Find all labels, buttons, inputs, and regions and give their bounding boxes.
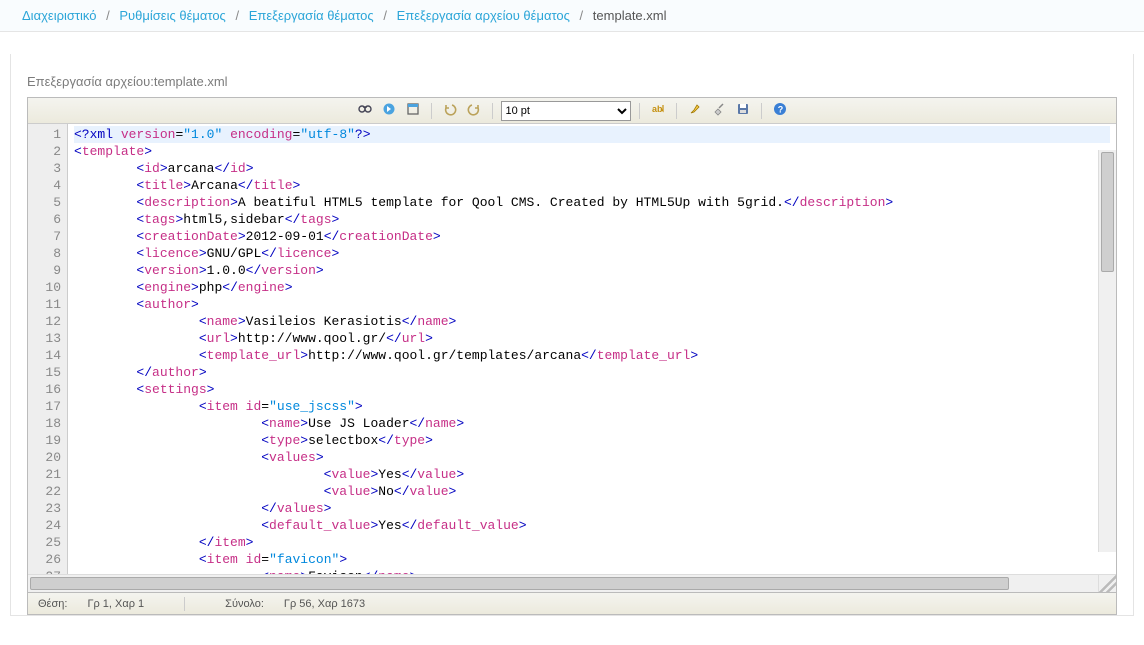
status-bar: Θέση: Γρ 1, Χαρ 1 Σύνολο: Γρ 56, Χαρ 167…	[27, 593, 1117, 615]
status-separator	[184, 597, 185, 611]
goto-arrow-icon	[382, 102, 396, 119]
breadcrumb-admin[interactable]: Διαχειριστικό	[22, 8, 97, 23]
resize-handle[interactable]	[1098, 574, 1116, 592]
code-editor: 10 pt ab ?	[27, 97, 1117, 593]
status-total-value: Γρ 56, Χαρ 1673	[284, 598, 365, 610]
brush-icon	[712, 102, 726, 119]
save-button[interactable]	[733, 101, 753, 121]
breadcrumb-current: template.xml	[593, 8, 667, 23]
help-button[interactable]: ?	[770, 101, 790, 121]
redo-button[interactable]	[464, 101, 484, 121]
find-button[interactable]	[355, 101, 375, 121]
svg-text:?: ?	[777, 105, 783, 115]
highlighter-icon	[688, 102, 702, 119]
breadcrumb-sep: /	[229, 8, 245, 23]
toolbar-separator	[676, 103, 677, 119]
redo-icon	[467, 102, 481, 119]
breadcrumb: Διαχειριστικό / Ρυθμίσεις θέματος / Επεξ…	[0, 0, 1144, 32]
scrollbar-handle[interactable]	[30, 577, 1009, 590]
toolbar-separator	[639, 103, 640, 119]
status-total-label: Σύνολο:	[225, 598, 264, 610]
breadcrumb-sep: /	[574, 8, 590, 23]
code-area[interactable]: <?xml version="1.0" encoding="utf-8"?><t…	[68, 124, 1116, 574]
wordwrap-button[interactable]: ab	[648, 101, 668, 121]
goto-button[interactable]	[379, 101, 399, 121]
breadcrumb-theme-settings[interactable]: Ρυθμίσεις θέματος	[119, 8, 225, 23]
status-pos-label: Θέση:	[38, 598, 67, 610]
toolbar-separator	[431, 103, 432, 119]
fullscreen-button[interactable]	[403, 101, 423, 121]
scrollbar-handle[interactable]	[1101, 152, 1114, 272]
breadcrumb-sep: /	[377, 8, 393, 23]
editor-panel: Επεξεργασία αρχείου:template.xml	[10, 54, 1134, 616]
undo-button[interactable]	[440, 101, 460, 121]
horizontal-scrollbar[interactable]	[28, 574, 1116, 592]
panel-title: Επεξεργασία αρχείου:template.xml	[27, 74, 1117, 89]
breadcrumb-edit-file[interactable]: Επεξεργασία αρχείου θέματος	[397, 8, 570, 23]
reset-highlight-button[interactable]	[709, 101, 729, 121]
editor-toolbar: 10 pt ab ?	[28, 98, 1116, 124]
toolbar-separator	[761, 103, 762, 119]
undo-icon	[443, 102, 457, 119]
fullscreen-icon	[406, 102, 420, 119]
binoculars-icon	[358, 102, 372, 119]
toolbar-separator	[492, 103, 493, 119]
save-icon	[736, 102, 750, 119]
font-size-select[interactable]: 10 pt	[501, 101, 631, 121]
status-pos-value: Γρ 1, Χαρ 1	[87, 598, 144, 610]
line-number-gutter: 1234567891011121314151617181920212223242…	[28, 124, 68, 574]
highlight-button[interactable]	[685, 101, 705, 121]
vertical-scrollbar[interactable]	[1098, 150, 1116, 552]
help-icon: ?	[773, 102, 787, 119]
breadcrumb-sep: /	[100, 8, 116, 23]
breadcrumb-edit-theme[interactable]: Επεξεργασία θέματος	[249, 8, 374, 23]
wordwrap-icon: ab	[651, 102, 665, 119]
